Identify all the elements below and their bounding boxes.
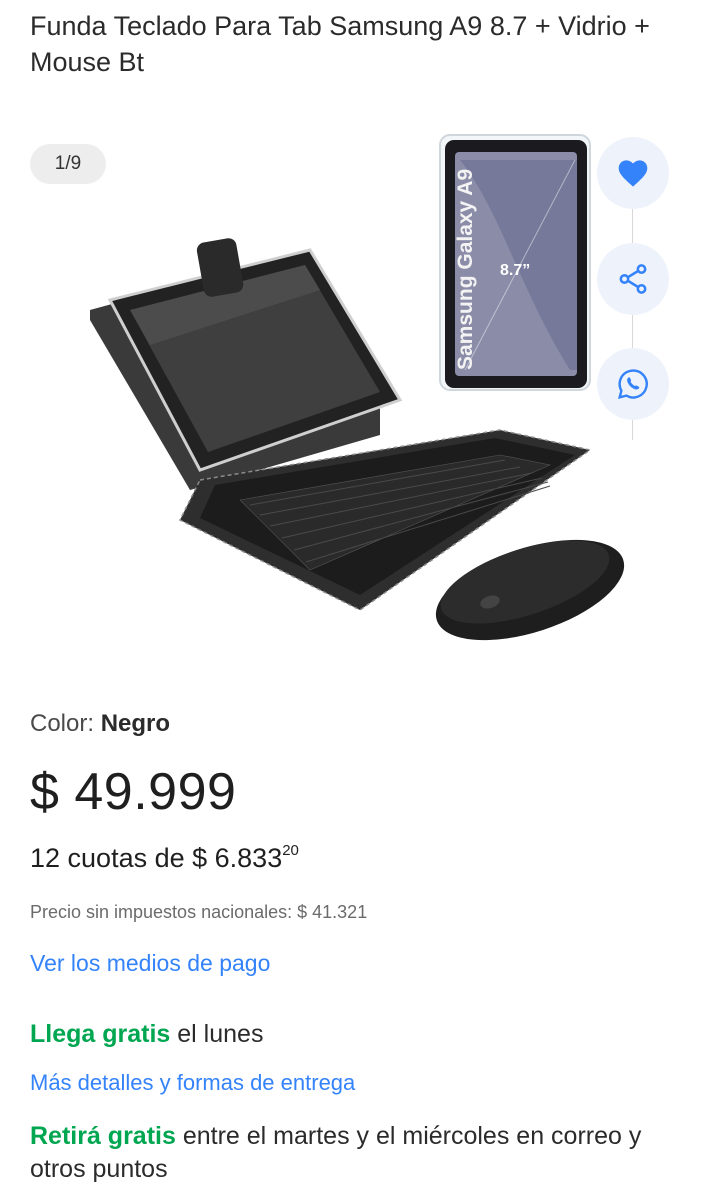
product-image[interactable]: Samsung Galaxy A9 8.7” [80, 130, 630, 660]
delivery-details-link[interactable]: Más detalles y formas de entrega [30, 1070, 355, 1096]
tablet-size-text: 8.7” [500, 262, 530, 279]
heart-icon [618, 160, 648, 187]
installments: 12 cuotas de $ 6.83320 [30, 842, 299, 874]
installment-amount: $ 6.833 [192, 843, 283, 873]
favorite-button[interactable] [597, 137, 669, 209]
free-shipping-label: Llega gratis [30, 1020, 171, 1048]
whatsapp-icon [618, 369, 648, 399]
tablet-brand-text: Samsung Galaxy A9 [454, 169, 477, 370]
pickup-info: Retirá gratis entre el martes y el miérc… [30, 1120, 680, 1186]
tax-note: Precio sin impuestos nacionales: $ 41.32… [30, 902, 368, 922]
free-pickup-label: Retirá gratis [30, 1122, 176, 1150]
color-selector[interactable]: Color: Negro [30, 710, 170, 738]
share-icon [619, 264, 647, 294]
tablet-preview: Samsung Galaxy A9 8.7” [439, 134, 591, 391]
product-title: Funda Teclado Para Tab Samsung A9 8.7 + … [30, 11, 650, 77]
installment-cents: 20 [282, 842, 299, 859]
arrival-day: el lunes [170, 1020, 264, 1048]
share-button[interactable] [597, 243, 669, 315]
price: $ 49.999 [30, 763, 237, 821]
shipping-arrival: Llega gratis el lunes [30, 1020, 263, 1049]
installments-prefix: 12 cuotas de [30, 843, 193, 873]
payment-methods-link[interactable]: Ver los medios de pago [30, 950, 270, 977]
color-label: Color: [30, 710, 101, 737]
image-gallery[interactable]: 1/9 Samsung Galaxy A9 8.7” [0, 120, 715, 680]
whatsapp-share-button[interactable] [597, 348, 669, 420]
color-value: Negro [100, 710, 171, 737]
